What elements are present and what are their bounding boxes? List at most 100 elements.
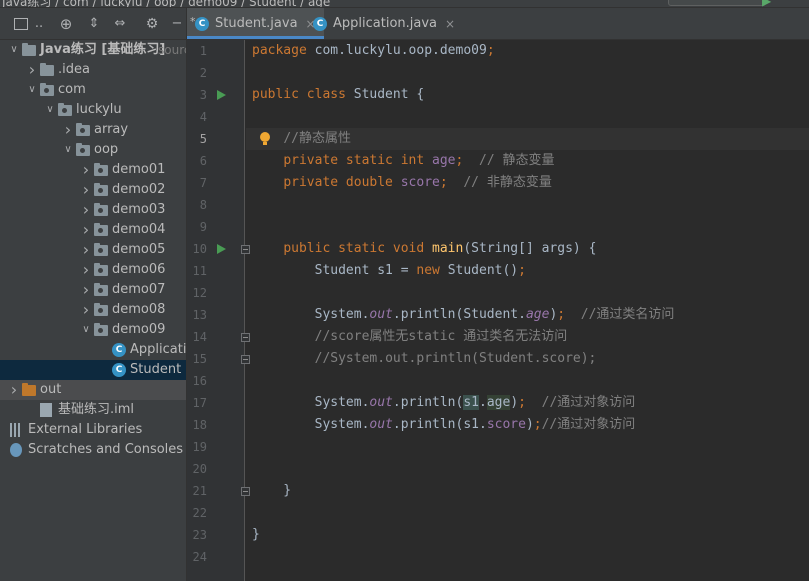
project-view-icon[interactable] [14,18,28,30]
tree-item[interactable]: ∨ oop [0,140,186,160]
tree-item[interactable]: External Libraries [0,420,186,440]
expand-all-icon[interactable]: ⇕ [86,16,102,32]
chevron-down-icon[interactable]: ∨ [62,140,74,160]
code-area[interactable]: package com.luckylu.oop.demo09; public cl… [246,40,809,581]
line-number: 7 [199,176,207,190]
code-token: out [369,417,393,432]
run-icon[interactable]: ▶ [762,0,771,7]
package-icon [94,303,108,316]
hide-panel-icon[interactable]: − [170,16,184,32]
chevron-right-icon[interactable]: › [80,200,92,220]
java-class-icon: C [112,363,126,377]
chevron-right-icon[interactable]: › [80,300,92,320]
tree-item-label: demo09 [112,322,166,337]
code-token: } [252,527,260,542]
chevron-down-icon[interactable]: ∨ [80,320,92,340]
chevron-down-icon[interactable]: ∨ [44,100,56,120]
tree-item[interactable]: ∨ luckylu [0,100,186,120]
code-token: new [416,263,448,278]
project-panel: .. ⊕ ⇕ ⇔ ⚙ − ∨Java练习 [基础练习]sources root›… [0,8,232,581]
run-gutter-icon[interactable] [217,244,226,254]
code-token: //通过类名访问 [580,307,675,322]
code-line: public static void main(String[] args) { [252,238,596,260]
tree-item-label: Java练习 [基础练习] [40,42,166,57]
package-icon [76,123,90,136]
tree-item[interactable]: › demo06 [0,260,186,280]
tree-item[interactable]: 基础练习.iml [0,400,186,420]
code-token: Student { [353,87,425,102]
chevron-right-icon[interactable]: › [80,180,92,200]
line-number: 18 [192,418,207,432]
chevron-right-icon[interactable]: › [80,280,92,300]
tree-item[interactable]: › demo02 [0,180,186,200]
chevron-right-icon[interactable]: › [80,160,92,180]
tree-item[interactable]: › demo05 [0,240,186,260]
package-icon [58,103,72,116]
code-token: ; [533,417,542,432]
tree-item-label: demo07 [112,282,166,297]
tree-item[interactable]: ∨ demo09 [0,320,186,340]
tree-item[interactable]: › demo07 [0,280,186,300]
close-icon[interactable]: × [445,8,455,40]
run-gutter-icon[interactable] [217,90,226,100]
package-icon [40,83,54,96]
project-toolbar: .. ⊕ ⇕ ⇔ ⚙ − [0,8,186,40]
line-number: 11 [192,264,207,278]
tree-item[interactable]: C Student [0,360,186,380]
tree-item[interactable]: › demo01 [0,160,186,180]
code-line: //静态属性 [252,128,351,150]
run-configuration-select[interactable] [668,0,766,6]
package-icon [94,243,108,256]
line-number: 12 [192,286,207,300]
code-token: ) [510,395,519,410]
tree-item[interactable]: ∨ com [0,80,186,100]
tree-item[interactable]: Scratches and Consoles [0,440,186,460]
tree-item[interactable]: › .idea [0,60,186,80]
chevron-right-icon[interactable]: › [80,240,92,260]
line-number: 24 [192,550,207,564]
tree-item[interactable]: ∨Java练习 [基础练习]sources root [0,40,232,60]
tree-item[interactable]: › demo03 [0,200,186,220]
collapse-all-icon[interactable]: ⇔ [112,16,128,32]
tree-item[interactable]: › array [0,120,186,140]
editor-tab[interactable]: C Application.java × [305,8,463,39]
code-line: //score属性无static 通过类名无法访问 [252,326,568,348]
line-number: 1 [199,44,207,58]
view-dropdown[interactable]: .. [32,16,46,32]
chevron-right-icon[interactable]: › [80,260,92,280]
code-token: System. [252,307,370,322]
breadcrumb[interactable]: Java练习 / com / luckylu / oop / demo09 / … [2,0,330,7]
editor-tab[interactable]: * C Student.java × [187,8,324,39]
code-token: out [369,395,393,410]
chevron-down-icon[interactable]: ∨ [26,80,38,100]
scratches-icon [10,443,22,457]
package-icon [94,203,108,216]
tree-item[interactable]: C Application [0,340,203,360]
chevron-right-icon[interactable]: › [80,220,92,240]
settings-gear-icon[interactable]: ⚙ [144,16,160,32]
code-line: private double score; // 非静态变量 [252,172,552,194]
line-number: 14 [192,330,207,344]
locate-icon[interactable]: ⊕ [58,16,74,32]
code-token: //通过对象访问 [541,395,636,410]
code-line: //System.out.println(Student.score); [252,348,597,370]
code-line: public class Student { [252,84,424,106]
tree-item[interactable]: › demo04 [0,220,186,240]
tree-item[interactable]: › out [0,380,186,400]
code-token: ; [518,263,526,278]
tree-item-label: com [58,82,86,97]
chevron-down-icon[interactable]: ∨ [8,40,20,60]
folder-icon [40,63,54,76]
code-line: System.out.println(Student.age); //通过类名访… [252,304,675,326]
tree-item[interactable]: › demo08 [0,300,186,320]
code-token: score [486,417,526,432]
package-icon [76,143,90,156]
chevron-right-icon[interactable]: › [26,60,38,80]
tree-item-label: demo08 [112,302,166,317]
chevron-right-icon[interactable]: › [62,120,74,140]
chevron-right-icon[interactable]: › [8,380,20,400]
